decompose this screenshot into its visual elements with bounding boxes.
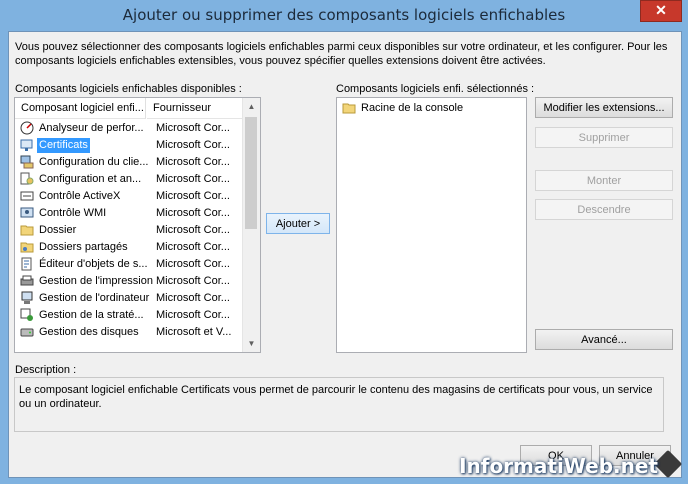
- column-header-component[interactable]: Composant logiciel enfi...: [15, 98, 146, 119]
- description-label: Description :: [15, 364, 77, 376]
- activex-icon: [20, 189, 34, 203]
- print-management-icon: [20, 274, 34, 288]
- available-scrollbar[interactable]: ▲ ▼: [242, 98, 260, 352]
- snapin-provider: Microsoft et V...: [156, 326, 232, 338]
- config-analysis-icon: [20, 172, 34, 186]
- move-down-button[interactable]: Descendre: [535, 199, 673, 220]
- snapin-name: Contrôle ActiveX: [39, 190, 121, 202]
- folder-icon: [20, 223, 34, 237]
- close-button[interactable]: ✕: [640, 0, 682, 22]
- title-bar[interactable]: Ajouter ou supprimer des composants logi…: [0, 0, 688, 32]
- available-snapin-row[interactable]: Gestion de l'ordinateur Microsoft Cor...: [15, 290, 260, 307]
- available-snapin-row[interactable]: Contrôle WMI Microsoft Cor...: [15, 205, 260, 222]
- available-snapin-row[interactable]: Dossiers partagés Microsoft Cor...: [15, 239, 260, 256]
- snapin-name: Configuration du clie...: [39, 156, 149, 168]
- snapin-name: Contrôle WMI: [39, 207, 107, 219]
- column-header-provider[interactable]: Fournisseur: [147, 98, 248, 119]
- window-title: Ajouter ou supprimer des composants logi…: [122, 6, 566, 24]
- shared-folders-icon: [20, 240, 34, 254]
- snapin-provider: Microsoft Cor...: [156, 241, 230, 253]
- snapin-provider: Microsoft Cor...: [156, 156, 230, 168]
- snapin-provider: Microsoft Cor...: [156, 122, 230, 134]
- snapin-name: Gestion des disques: [39, 326, 139, 338]
- snapin-provider: Microsoft Cor...: [156, 309, 230, 321]
- description-text: Le composant logiciel enfichable Certifi…: [19, 384, 653, 410]
- move-up-button[interactable]: Monter: [535, 170, 673, 191]
- intro-text: Vous pouvez sélectionner des composants …: [15, 41, 668, 67]
- selected-snapin-name: Racine de la console: [361, 102, 464, 114]
- snapin-provider: Microsoft Cor...: [156, 139, 230, 151]
- add-button[interactable]: Ajouter >: [266, 213, 330, 234]
- available-snapin-row[interactable]: Dossier Microsoft Cor...: [15, 222, 260, 239]
- remove-button[interactable]: Supprimer: [535, 127, 673, 148]
- advanced-button[interactable]: Avancé...: [535, 329, 673, 350]
- snapin-name: Gestion de l'ordinateur: [39, 292, 150, 304]
- available-snapin-row[interactable]: Éditeur d'objets de s... Microsoft Cor...: [15, 256, 260, 273]
- available-snapin-row[interactable]: Analyseur de perfor... Microsoft Cor...: [15, 120, 260, 137]
- scroll-up-arrow-icon[interactable]: ▲: [243, 98, 260, 115]
- available-snapin-row[interactable]: Configuration et an... Microsoft Cor...: [15, 171, 260, 188]
- snapin-name: Gestion de la straté...: [39, 309, 144, 321]
- object-editor-icon: [20, 257, 34, 271]
- available-snapin-row[interactable]: Certificats Microsoft Cor...: [15, 137, 260, 154]
- snapin-provider: Microsoft Cor...: [156, 173, 230, 185]
- watermark-text: InformatiWeb.net: [459, 454, 658, 478]
- disk-management-icon: [20, 325, 34, 339]
- selected-snapins-list[interactable]: Racine de la console: [336, 97, 527, 353]
- available-snapins-list[interactable]: Composant logiciel enfi... Fournisseur A…: [14, 97, 261, 353]
- scroll-down-arrow-icon[interactable]: ▼: [243, 335, 260, 352]
- scroll-thumb[interactable]: [245, 117, 257, 229]
- certificates-icon: [20, 138, 34, 152]
- description-box: Le composant logiciel enfichable Certifi…: [14, 377, 664, 432]
- client-config-icon: [20, 155, 34, 169]
- available-label: Composants logiciels enfichables disponi…: [15, 83, 242, 95]
- snapin-provider: Microsoft Cor...: [156, 275, 230, 287]
- snapin-name: Dossiers partagés: [39, 241, 128, 253]
- computer-management-icon: [20, 291, 34, 305]
- snapin-name: Dossier: [39, 224, 77, 236]
- snapin-provider: Microsoft Cor...: [156, 292, 230, 304]
- dialog-window: Ajouter ou supprimer des composants logi…: [0, 0, 688, 484]
- console-root-folder-icon: [342, 101, 356, 115]
- snapin-name: Certificats: [37, 138, 90, 153]
- snapin-provider: Microsoft Cor...: [156, 190, 230, 202]
- selected-label: Composants logiciels enfi. sélectionnés …: [336, 83, 535, 95]
- wmi-icon: [20, 206, 34, 220]
- snapin-provider: Microsoft Cor...: [156, 207, 230, 219]
- available-snapin-row[interactable]: Contrôle ActiveX Microsoft Cor...: [15, 188, 260, 205]
- available-snapin-row[interactable]: Gestion des disques Microsoft et V...: [15, 324, 260, 341]
- available-snapin-row[interactable]: Gestion de la straté... Microsoft Cor...: [15, 307, 260, 324]
- policy-management-icon: [20, 308, 34, 322]
- selected-snapin-row[interactable]: Racine de la console: [337, 100, 526, 117]
- performance-analyzer-icon: [20, 121, 34, 135]
- available-snapin-row[interactable]: Gestion de l'impression Microsoft Cor...: [15, 273, 260, 290]
- close-icon: ✕: [655, 2, 667, 18]
- snapin-name: Éditeur d'objets de s...: [39, 258, 148, 270]
- snapin-provider: Microsoft Cor...: [156, 224, 230, 236]
- snapin-name: Analyseur de perfor...: [39, 122, 144, 134]
- snapin-name: Configuration et an...: [39, 173, 142, 185]
- snapin-name: Gestion de l'impression: [39, 275, 153, 287]
- snapin-provider: Microsoft Cor...: [156, 258, 230, 270]
- edit-extensions-button[interactable]: Modifier les extensions...: [535, 97, 673, 118]
- available-snapin-row[interactable]: Configuration du clie... Microsoft Cor...: [15, 154, 260, 171]
- dialog-client-area: Vous pouvez sélectionner des composants …: [8, 31, 682, 478]
